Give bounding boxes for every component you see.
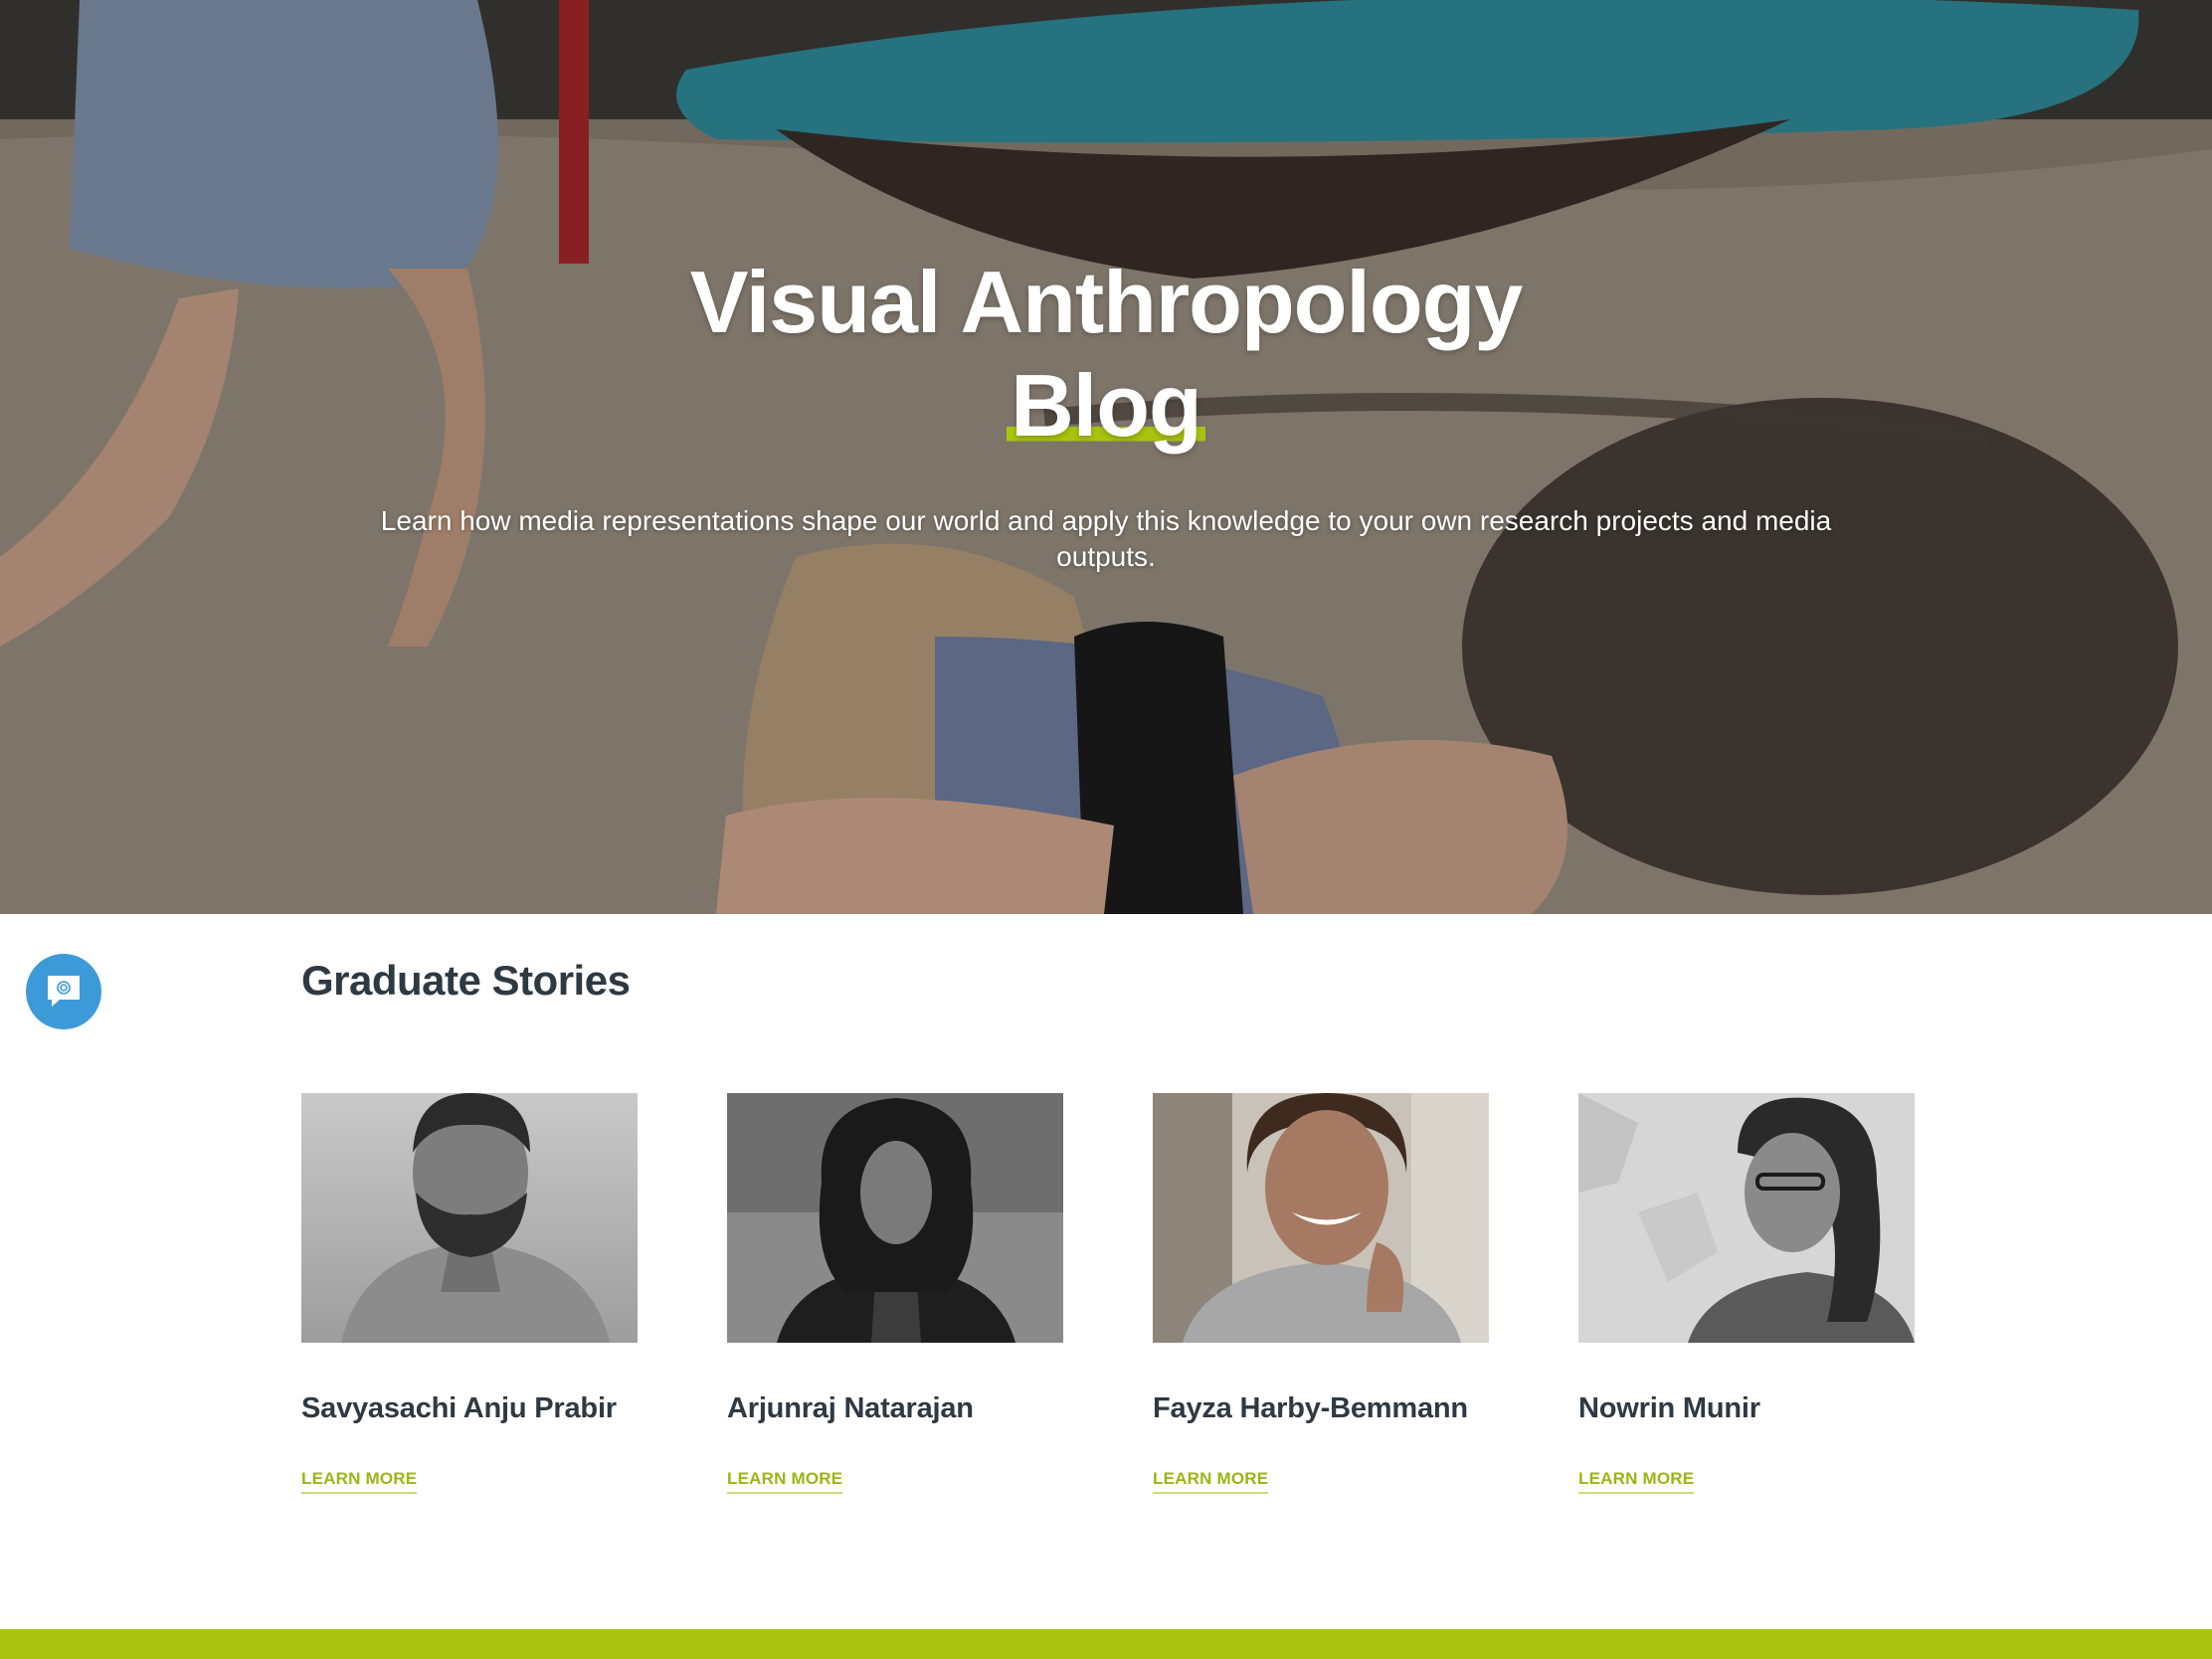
graduate-photo[interactable] xyxy=(727,1093,1063,1343)
page-title-line-1: Visual Anthropology xyxy=(689,253,1524,351)
graduate-photo[interactable] xyxy=(1578,1093,1915,1343)
graduate-stories-list: Savyasachi Anju Prabir LEARN MORE Arjunr… xyxy=(301,1093,1915,1494)
graduate-name: Nowrin Munir xyxy=(1578,1392,1760,1424)
hero-subtitle: Learn how media representations shape ou… xyxy=(380,505,1832,572)
learn-more-link[interactable]: LEARN MORE xyxy=(727,1469,843,1494)
chat-button[interactable] xyxy=(26,954,101,1029)
graduate-name: Fayza Harby-Bemmann xyxy=(1153,1392,1468,1424)
graduate-photo[interactable] xyxy=(301,1093,638,1343)
graduate-card: Arjunraj Natarajan LEARN MORE xyxy=(727,1093,1063,1494)
graduate-card: Fayza Harby-Bemmann LEARN MORE xyxy=(1153,1093,1489,1494)
page-title: Visual Anthropology Blog xyxy=(0,251,2212,458)
hero-banner: Visual Anthropology Blog Learn how media… xyxy=(0,0,2212,914)
section-title: Graduate Stories xyxy=(301,957,631,1004)
graduate-card: Savyasachi Anju Prabir LEARN MORE xyxy=(301,1093,638,1494)
learn-more-link[interactable]: LEARN MORE xyxy=(1153,1469,1269,1494)
learn-more-link[interactable]: LEARN MORE xyxy=(301,1469,418,1494)
graduate-name: Savyasachi Anju Prabir xyxy=(301,1392,617,1424)
graduate-photo[interactable] xyxy=(1153,1093,1489,1343)
chat-bubble-icon xyxy=(48,976,80,1007)
graduate-name: Arjunraj Natarajan xyxy=(727,1392,974,1424)
footer-accent-bar xyxy=(0,1629,2212,1659)
page-title-highlight: Blog xyxy=(1007,354,1205,458)
learn-more-link[interactable]: LEARN MORE xyxy=(1578,1469,1695,1494)
graduate-card: Nowrin Munir LEARN MORE xyxy=(1578,1093,1915,1494)
